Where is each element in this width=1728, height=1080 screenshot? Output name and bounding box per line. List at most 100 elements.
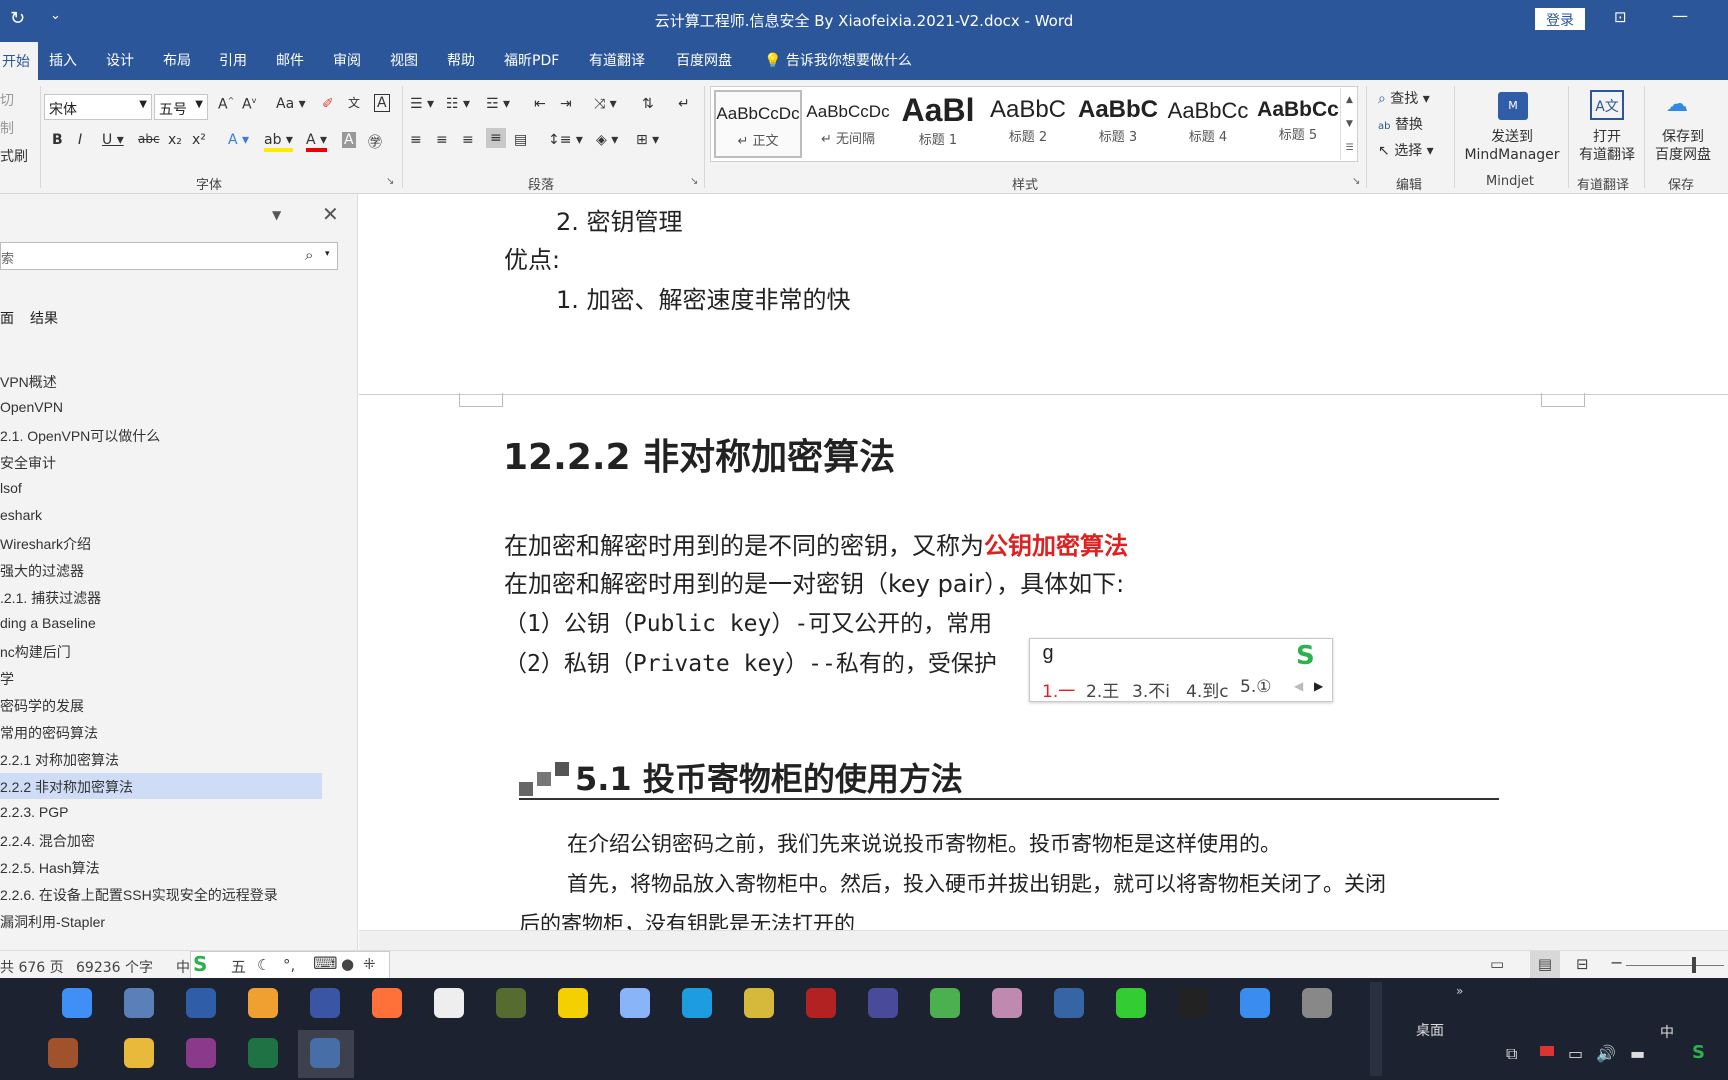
tab-design[interactable]: 设计 (106, 50, 134, 70)
tell-me-box[interactable]: 💡 告诉我你想要做什么 (764, 50, 912, 70)
nav-heading-item[interactable]: ding a Baseline (0, 611, 96, 637)
tab-home[interactable]: 开始 (0, 42, 38, 80)
close-icon[interactable]: ✕ (322, 202, 339, 226)
tab-layout[interactable]: 布局 (163, 50, 191, 70)
justify-icon[interactable]: ≡ (486, 128, 506, 148)
keyboard-icon[interactable]: ⌨ (313, 954, 338, 974)
chevron-down-icon[interactable]: ▼ (272, 208, 281, 222)
format-painter-button[interactable]: 式刷 (0, 146, 28, 166)
word-count[interactable]: 69236 个字 (76, 957, 153, 977)
prev-page-icon[interactable]: ◀ (1294, 679, 1303, 693)
nav-heading-item[interactable]: 2.2.4. 混合加密 (0, 827, 95, 853)
app-icon[interactable] (124, 988, 154, 1018)
nav-search-input[interactable]: 索 ⌕ ▾ (0, 242, 338, 270)
style-heading-4[interactable]: AaBbCc 标题 4 (1164, 90, 1252, 158)
subscript-button[interactable]: x₂ (168, 132, 182, 148)
embedded-image[interactable]: 5.1 投币寄物柜的使用方法 在介绍公钥密码之前，我们先来说说投币寄物柜。投币寄… (519, 754, 1499, 930)
font-name-box[interactable]: 宋体 ▼ (44, 94, 152, 120)
nav-heading-item[interactable]: 密码学的发展 (0, 692, 84, 718)
nav-heading-item[interactable]: Wireshark介绍 (0, 530, 91, 556)
decrease-indent-icon[interactable]: ⇤ (534, 96, 546, 112)
nav-heading-item[interactable]: lsof (0, 476, 22, 502)
show-marks-icon[interactable]: ↵ (678, 96, 690, 112)
find-button[interactable]: ⌕ 查找 ▾ (1378, 88, 1430, 108)
ime-candidate-2[interactable]: 2.王 (1086, 677, 1119, 702)
dialog-launcher-icon[interactable]: ↘ (690, 176, 698, 187)
taskbar-scrollbar[interactable] (1370, 982, 1382, 1076)
nav-heading-item[interactable]: nc构建后门 (0, 638, 71, 664)
tab-results[interactable]: 结果 (30, 308, 58, 328)
line-spacing-icon[interactable]: ↕≡ ▾ (548, 132, 583, 148)
print-layout-icon[interactable]: ▤ (1530, 951, 1560, 979)
mindmanager-icon[interactable]: M (1498, 92, 1528, 120)
replace-button[interactable]: ab 替换 (1378, 114, 1423, 134)
style-no-spacing[interactable]: AaBbCcDc ↵ 无间隔 (804, 90, 892, 158)
foxit-pdf-icon[interactable] (186, 1038, 216, 1068)
baidu-cloud-icon[interactable]: ☁ (1666, 92, 1688, 117)
font-size-box[interactable]: 五号 ▼ (154, 94, 208, 120)
dialog-launcher-icon[interactable]: ↘ (1352, 176, 1360, 187)
grow-font-button[interactable]: A^ (218, 96, 234, 113)
borders-icon[interactable]: ⊞ ▾ (636, 132, 659, 148)
edge-icon[interactable] (682, 988, 712, 1018)
align-center-icon[interactable]: ≡ (436, 132, 448, 148)
nav-heading-item[interactable]: eshark (0, 503, 42, 529)
visio-icon[interactable] (310, 988, 340, 1018)
superscript-button[interactable]: x² (192, 132, 206, 148)
ime-toolbar[interactable]: S 五 ☾ °, ⌨ ● ⁜ (190, 951, 390, 979)
style-heading-5[interactable]: AaBbCc 标题 5 (1254, 90, 1342, 158)
zoom-out-icon[interactable]: − (1610, 953, 1623, 972)
nav-heading-item[interactable]: 2.2.3. PGP (0, 800, 68, 826)
nav-heading-item[interactable]: .2.1. 捕获过滤器 (0, 584, 101, 610)
open-youdao-button[interactable]: 打开 有道翻译 (1574, 128, 1640, 164)
ime-candidate-1[interactable]: 1.一 (1042, 677, 1075, 702)
numbering-icon[interactable]: ☷ ▾ (446, 96, 470, 112)
read-mode-icon[interactable]: ▭ (1490, 955, 1504, 973)
ime-mode-wubi[interactable]: 五 (231, 956, 246, 977)
lock-icon[interactable] (868, 988, 898, 1018)
tab-view[interactable]: 视图 (390, 50, 418, 70)
app-icon[interactable] (1240, 988, 1270, 1018)
firefox-icon[interactable] (372, 988, 402, 1018)
tab-foxit-pdf[interactable]: 福昕PDF (504, 50, 559, 70)
user-icon[interactable]: ● (341, 955, 354, 973)
mindmanager-icon[interactable] (186, 988, 216, 1018)
zoom-slider-thumb[interactable] (1692, 957, 1696, 973)
nav-heading-item[interactable]: VPN概述 (0, 368, 57, 394)
nav-heading-item[interactable]: 安全审计 (0, 449, 56, 475)
shading-icon[interactable]: ◈ ▾ (596, 132, 618, 148)
strikethrough-button[interactable]: abc (138, 132, 160, 146)
clear-format-icon[interactable]: ✐ (322, 96, 334, 112)
ribbon-display-icon[interactable]: ⊡ (1614, 8, 1627, 26)
web-layout-icon[interactable]: ⊟ (1576, 955, 1589, 973)
volume-icon[interactable]: 🔊 (1596, 1044, 1616, 1063)
dialog-launcher-icon[interactable]: ↘ (386, 176, 394, 187)
align-left-icon[interactable]: ≡ (410, 132, 422, 148)
nav-heading-item[interactable]: 2.2.6. 在设备上配置SSH实现安全的远程登录 (0, 881, 278, 907)
style-heading-2[interactable]: AaBbC 标题 2 (984, 90, 1072, 158)
tab-insert[interactable]: 插入 (49, 50, 77, 70)
style-normal[interactable]: AaBbCcDc ↵ 正文 (714, 90, 802, 158)
char-border-icon[interactable]: A (374, 94, 390, 112)
nav-heading-item[interactable]: 漏洞利用-Stapler (0, 908, 105, 934)
tcpip-icon[interactable] (744, 988, 774, 1018)
language-indicator[interactable]: 中 (176, 957, 190, 977)
align-right-icon[interactable]: ≡ (462, 132, 474, 148)
sort-icon[interactable]: ⇅ (642, 96, 654, 112)
network-icon[interactable]: ▭ (1568, 1044, 1583, 1063)
select-button[interactable]: ↖ 选择 ▾ (1378, 140, 1434, 160)
tab-mailings[interactable]: 邮件 (276, 50, 304, 70)
page-count[interactable]: 共 676 页 (0, 957, 64, 977)
nav-heading-item[interactable]: 2.2.5. Hash算法 (0, 854, 100, 880)
ime-candidate-5[interactable]: 5.① (1240, 677, 1271, 697)
underline-button[interactable]: U ▾ (102, 132, 124, 148)
ime-candidate-4[interactable]: 4.到c (1186, 677, 1229, 702)
bullets-icon[interactable]: ☰ ▾ (410, 96, 434, 112)
typora-icon[interactable] (434, 988, 464, 1018)
nav-heading-item[interactable]: 2.2.1 对称加密算法 (0, 746, 119, 772)
minimize-icon[interactable]: — (1672, 6, 1688, 25)
change-case-button[interactable]: Aa ▾ (276, 96, 306, 112)
italic-button[interactable]: I (78, 132, 82, 148)
phonetic-guide-icon[interactable]: 文 (348, 94, 360, 111)
desktop-label[interactable]: 桌面 (1416, 1020, 1444, 1040)
